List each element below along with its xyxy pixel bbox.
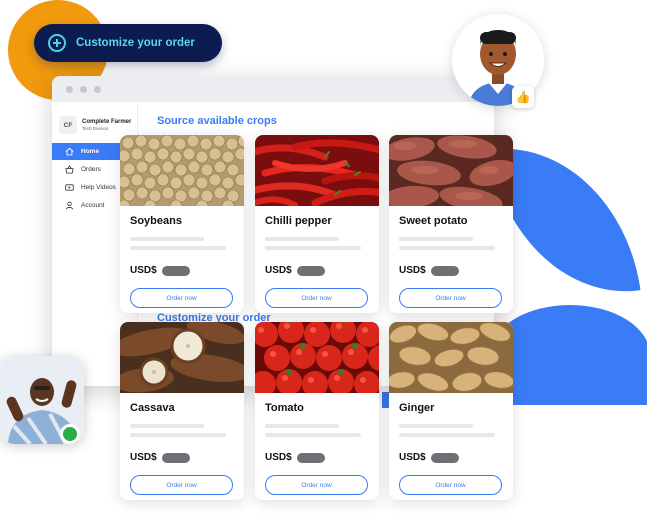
window-titlebar <box>52 76 494 102</box>
product-card-chilli-pepper: Chilli pepper USD$ Order now <box>255 135 379 313</box>
text-placeholder <box>265 237 339 241</box>
brand-name: Complete Farmer <box>82 118 132 125</box>
ginger-image <box>389 322 513 393</box>
text-placeholder <box>399 424 473 428</box>
price-row: USD$ <box>399 452 513 463</box>
sidebar-item-label: Orders <box>81 166 101 173</box>
thumbs-up-icon: 👍 <box>512 86 534 108</box>
chilli-pepper-image <box>255 135 379 206</box>
order-now-button[interactable]: Order now <box>399 288 502 308</box>
price-currency: USD$ <box>265 265 292 276</box>
product-card-sweet-potato: Sweet potato USD$ Order now <box>389 135 513 313</box>
basket-icon <box>65 165 74 174</box>
text-placeholder <box>399 433 495 437</box>
plus-circle-icon <box>48 34 66 52</box>
order-now-button[interactable]: Order now <box>265 475 368 495</box>
product-name: Cassava <box>130 402 175 414</box>
product-name: Soybeans <box>130 215 182 227</box>
sidebar-item-label: Home <box>81 148 100 155</box>
price-row: USD$ <box>399 265 513 276</box>
product-card-soybeans: Soybeans USD$ Order now <box>120 135 244 313</box>
blue-leaf-decoration <box>490 305 647 405</box>
price-placeholder <box>296 452 325 463</box>
product-name: Sweet potato <box>399 215 468 227</box>
product-card-cassava: Cassava USD$ Order now <box>120 322 244 500</box>
brand-subtitle: Tech Division <box>82 126 109 132</box>
window-dot <box>80 85 87 93</box>
online-status-indicator <box>60 424 80 444</box>
user-icon <box>65 201 74 210</box>
text-placeholder <box>130 246 226 250</box>
price-row: USD$ <box>130 452 244 463</box>
brand-logo: CF <box>59 116 77 134</box>
text-placeholder <box>130 237 204 241</box>
price-currency: USD$ <box>265 452 292 463</box>
price-placeholder <box>430 452 459 463</box>
text-placeholder <box>265 246 361 250</box>
text-placeholder <box>399 237 473 241</box>
text-placeholder <box>130 433 226 437</box>
sweet-potato-image <box>389 135 513 206</box>
order-now-button[interactable]: Order now <box>399 475 502 495</box>
home-icon <box>65 147 74 156</box>
sidebar-item-label: Help Videos <box>81 184 116 191</box>
price-placeholder <box>296 265 325 276</box>
price-row: USD$ <box>265 265 379 276</box>
order-now-button[interactable]: Order now <box>130 475 233 495</box>
price-row: USD$ <box>265 452 379 463</box>
product-card-tomato: Tomato USD$ Order now <box>255 322 379 500</box>
product-card-ginger: Ginger USD$ Order now <box>389 322 513 500</box>
window-dot <box>66 85 73 93</box>
price-row: USD$ <box>130 265 244 276</box>
section-title: Source available crops <box>157 115 277 127</box>
price-currency: USD$ <box>130 265 157 276</box>
customize-order-label: Customize your order <box>76 37 195 49</box>
product-name: Ginger <box>399 402 435 414</box>
order-now-button[interactable]: Order now <box>265 288 368 308</box>
price-placeholder <box>430 265 459 276</box>
text-placeholder <box>130 424 204 428</box>
order-now-button[interactable]: Order now <box>130 288 233 308</box>
price-currency: USD$ <box>130 452 157 463</box>
price-currency: USD$ <box>399 265 426 276</box>
cassava-image <box>120 322 244 393</box>
window-dot <box>94 85 101 93</box>
video-icon <box>65 183 74 192</box>
brand: CF Complete Farmer Tech Division <box>52 102 137 134</box>
product-name: Tomato <box>265 402 304 414</box>
text-placeholder <box>265 433 361 437</box>
text-placeholder <box>399 246 495 250</box>
sidebar-item-label: Account <box>81 202 105 209</box>
price-currency: USD$ <box>399 452 426 463</box>
customize-order-button[interactable]: Customize your order <box>34 24 222 62</box>
product-name: Chilli pepper <box>265 215 332 227</box>
hero-scene: Customize your order CF Complete Farmer … <box>0 0 647 518</box>
soybeans-image <box>120 135 244 206</box>
price-placeholder <box>161 452 190 463</box>
tomato-image <box>255 322 379 393</box>
text-placeholder <box>265 424 339 428</box>
price-placeholder <box>161 265 190 276</box>
